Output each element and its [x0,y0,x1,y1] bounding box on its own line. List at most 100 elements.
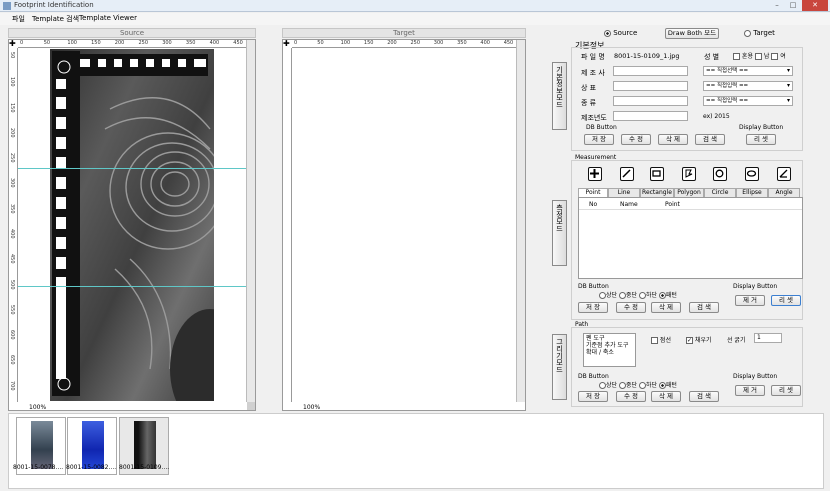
target-ruler-left [283,48,292,402]
menu-file[interactable]: 파일 [12,14,25,24]
circle-tool-icon[interactable] [713,167,727,181]
gender-female-check[interactable] [771,53,779,60]
basic-search-button[interactable]: 검 색 [695,134,725,145]
maximize-icon[interactable]: □ [786,0,800,11]
thickness-input[interactable]: 1 [754,333,782,343]
path-delete-button[interactable]: 삭 제 [651,391,681,402]
kind-input[interactable] [613,96,688,106]
m-opt-pattern[interactable] [658,292,666,299]
move-icon[interactable]: ✚ [9,40,18,48]
ruler-tick: 450 [9,254,15,264]
target-canvas[interactable]: 0 50 100 150 200 250 300 350 400 450 ✚ 100% [282,39,526,411]
basic-edit-button[interactable]: 수 정 [621,134,651,145]
p-opt-mid[interactable] [618,382,626,389]
gender-male-check[interactable] [754,53,762,60]
path-save-button[interactable]: 저 장 [578,391,608,402]
guide-line-top[interactable] [18,168,255,169]
target-radio-group[interactable]: Target [744,29,775,37]
guide-line-bottom[interactable] [18,286,255,287]
thumbnail-2-image [82,421,104,469]
ruler-tick: 700 [9,380,15,391]
measure-reset-button[interactable]: 리 셋 [771,295,801,306]
point-tool-icon[interactable] [588,167,602,181]
line-tool-icon[interactable] [620,167,634,181]
thumbnail-1-image [31,421,53,469]
zoom-tool-item[interactable]: 확대 / 축소 [586,349,633,356]
move-icon[interactable]: ✚ [283,40,292,48]
measure-table[interactable]: No Name Point [578,197,803,279]
m-opt-mid-label: 중단 [625,292,638,299]
maker-select[interactable]: == 직접선택 == [703,66,793,76]
menu-template-viewer[interactable]: Template Viewer [79,14,137,22]
m-opt-mid[interactable] [618,292,626,299]
target-vscrollbar[interactable] [516,40,525,402]
close-icon[interactable]: ✕ [802,0,828,11]
rectangle-tool-icon[interactable] [650,167,664,181]
source-radio[interactable] [604,29,611,37]
dotted-check[interactable] [651,337,658,344]
measure-search-button[interactable]: 검 색 [689,302,719,313]
file-name-value: 8001-15-0109_1.jpg [614,52,680,60]
brand-input[interactable] [613,81,688,91]
measure-edit-button[interactable]: 수 정 [616,302,646,313]
tab-draw-label: 그리기모드 [555,338,564,373]
p-opt-mid-label: 중단 [625,382,638,389]
p-opt-top-label: 상단 [606,382,618,389]
measure-delete-button[interactable]: 삭 제 [651,302,681,313]
target-radio[interactable] [744,29,751,37]
p-opt-pattern[interactable] [658,382,666,389]
title-bar: Footprint Identification – □ ✕ [0,0,830,12]
tab-basic-mode[interactable]: 기본정보모드 [552,62,567,130]
source-radio-group[interactable]: Source [604,29,637,37]
m-opt-top[interactable] [599,292,606,299]
basic-reset-button[interactable]: 리 셋 [746,134,776,145]
path-edit-button[interactable]: 수 정 [616,391,646,402]
p-opt-bot[interactable] [638,382,646,389]
anchor-tool-item[interactable]: 기준점 추가 도구 [586,342,633,349]
fill-check[interactable]: ✓ [686,337,693,344]
gender-mixed-label: 혼용 [741,53,753,60]
thumbnail-strip: 8001-15-0078.... 8001-15-0082.... 8001-1… [8,413,824,489]
basic-save-button[interactable]: 저 장 [584,134,614,145]
year-hint: ex) 2015 [703,113,730,120]
m-opt-bot[interactable] [638,292,646,299]
measure-position-group[interactable]: 상단 중단 하단 패턴 [599,290,677,299]
year-input[interactable] [613,111,688,121]
path-reset-button[interactable]: 리 셋 [771,385,801,396]
fill-label: 채우기 [694,337,712,344]
pen-tool-item[interactable]: 펜 도구 [586,335,633,342]
measure-clear-button[interactable]: 제 거 [735,295,765,306]
polygon-tool-icon[interactable] [682,167,696,181]
app-icon [3,2,11,10]
tab-measure-mode[interactable]: 측정모드 [552,200,567,266]
angle-tool-icon[interactable] [777,167,791,181]
source-canvas[interactable]: 0 50 100 150 200 250 300 350 400 450 50 100 150 200 2… [8,39,256,411]
measure-save-button[interactable]: 저 장 [578,302,608,313]
source-ruler-left: 50 100 150 200 250 300 350 400 450 500 550 600 650 70… [9,48,18,402]
kind-select[interactable]: == 직접입력 == [703,96,793,106]
p-opt-pattern-label: 패턴 [665,382,677,389]
path-position-group[interactable]: 상단 중단 하단 패턴 [599,380,677,389]
brand-select[interactable]: == 직접입력 == [703,81,793,91]
p-opt-top[interactable] [599,382,606,389]
menu-template-search[interactable]: Template 검색 [32,14,79,24]
ruler-tick: 300 [162,40,172,46]
menu-bar: 파일 Template 검색 Template Viewer [0,13,830,25]
ellipse-tool-icon[interactable] [745,167,759,181]
minimize-icon[interactable]: – [770,0,784,11]
ruler-tick: 0 [20,40,24,46]
ruler-tick: 100 [340,40,351,46]
ruler-tick: 350 [185,40,196,46]
maker-input[interactable] [613,66,688,76]
source-vscrollbar[interactable] [246,40,255,402]
ruler-tick: 550 [9,304,15,315]
tab-draw-mode[interactable]: 그리기모드 [552,334,567,400]
path-search-button[interactable]: 검 색 [689,391,719,402]
path-tool-list[interactable]: 펜 도구 기준점 추가 도구 확대 / 축소 [583,333,636,367]
basic-delete-button[interactable]: 삭 제 [658,134,688,145]
path-clear-button[interactable]: 제 거 [735,385,765,396]
draw-both-button[interactable]: Draw Both 모드 [665,28,719,39]
target-radio-label: Target [753,29,775,37]
m-opt-bot-label: 하단 [645,292,657,299]
gender-mixed-check[interactable] [733,53,740,60]
